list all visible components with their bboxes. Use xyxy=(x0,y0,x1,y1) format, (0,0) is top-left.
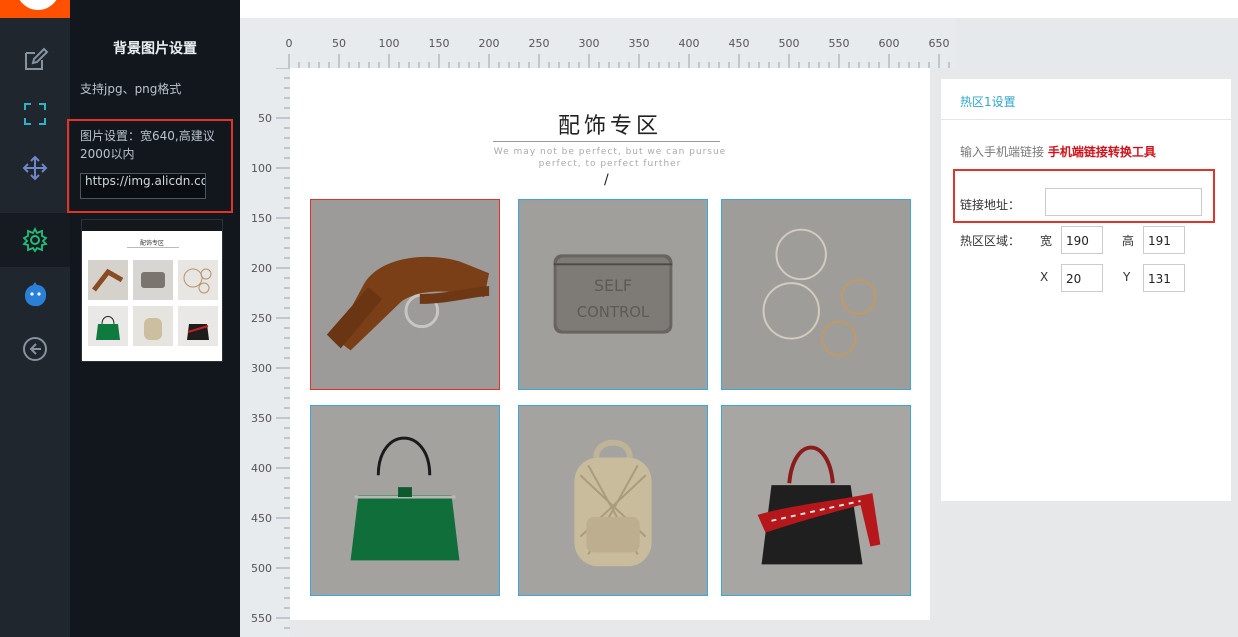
x-input[interactable]: 20 xyxy=(1061,264,1103,292)
back-arrow-icon xyxy=(23,337,47,361)
top-bar xyxy=(240,0,1238,18)
ruler-label: 250 xyxy=(251,312,272,325)
canvas-subtitle: We may not be perfect, but we can pursue xyxy=(493,147,727,157)
mascot-icon xyxy=(25,282,47,307)
settings-button[interactable] xyxy=(0,213,70,267)
ruler-label: 500 xyxy=(779,37,800,50)
hotspot-5-backpack[interactable] xyxy=(518,405,708,596)
canvas-subtitle: perfect, to perfect further xyxy=(538,159,682,169)
hotspot-4-handbag[interactable] xyxy=(310,405,500,596)
ruler-label: 100 xyxy=(251,162,272,175)
hotspot-1-belt[interactable] xyxy=(310,199,500,390)
ruler-label: 200 xyxy=(251,262,272,275)
thumbnail-tile xyxy=(133,260,173,300)
ruler-label: 300 xyxy=(251,362,272,375)
image-settings-highlight xyxy=(67,119,233,213)
move-tool-button[interactable] xyxy=(0,141,70,195)
width-input[interactable]: 190 xyxy=(1061,226,1103,254)
ruler-label: 150 xyxy=(251,212,272,225)
ruler-label: 450 xyxy=(251,512,272,525)
mobile-link-tool-link[interactable]: 手机端链接转换工具 xyxy=(1048,145,1156,159)
ruler-label: 500 xyxy=(251,562,272,575)
tool-rail xyxy=(0,0,70,637)
y-input[interactable]: 131 xyxy=(1143,264,1185,292)
thumbnail-tile xyxy=(88,306,128,346)
ruler-label: 150 xyxy=(429,37,450,50)
hotspot-settings-card: 热区1设置 输入手机端链接 手机端链接转换工具 链接地址： 热区区域： 宽 19… xyxy=(941,79,1231,501)
link-url-input[interactable] xyxy=(1045,188,1202,216)
gear-icon xyxy=(22,226,48,253)
thumbnail-tile xyxy=(133,306,173,346)
hotspot-tool-button[interactable] xyxy=(0,87,70,141)
background-thumbnail[interactable]: 配饰专区 xyxy=(81,219,223,362)
x-label: X xyxy=(1040,270,1049,284)
thumbnail-tile xyxy=(178,306,218,346)
ruler-label: 400 xyxy=(679,37,700,50)
mascot-button[interactable] xyxy=(0,268,70,322)
height-label: 高 xyxy=(1122,234,1135,248)
edit-icon xyxy=(25,47,49,70)
tote-image xyxy=(722,406,910,595)
ruler-strip xyxy=(956,18,1238,68)
ruler-label: 250 xyxy=(529,37,550,50)
svg-text:SELF: SELF xyxy=(594,276,632,295)
ruler-label: 50 xyxy=(332,37,346,50)
ruler-label: 450 xyxy=(729,37,750,50)
hotspot-2-wallet[interactable]: SELF CONTROL xyxy=(518,199,708,390)
design-canvas[interactable]: 配饰专区 We may not be perfect, but we can p… xyxy=(290,68,930,620)
area-label: 热区区域： xyxy=(960,234,1021,248)
hotspot-tab[interactable]: 热区1设置 xyxy=(960,93,1016,110)
hotspot-3-earrings[interactable] xyxy=(721,199,911,390)
ruler-label: 550 xyxy=(829,37,850,50)
y-label: Y xyxy=(1123,270,1131,284)
backpack-image xyxy=(519,406,707,595)
move-arrows-icon xyxy=(22,155,48,181)
canvas-title: 配饰专区 xyxy=(557,114,662,139)
ruler-label: 100 xyxy=(379,37,400,50)
panel-title: 背景图片设置 xyxy=(113,41,197,57)
ruler-label: 600 xyxy=(879,37,900,50)
height-input[interactable]: 191 xyxy=(1143,226,1185,254)
ruler-label: 650 xyxy=(929,37,950,50)
ruler-label: 400 xyxy=(251,462,272,475)
hint-text: 输入手机端链接 xyxy=(960,145,1045,159)
back-button[interactable] xyxy=(0,322,70,376)
format-note: 支持jpg、png格式 xyxy=(80,82,182,96)
ruler-label: 0 xyxy=(286,37,293,50)
thumbnail-title: 配饰专区 xyxy=(139,240,164,247)
thumbnail-tile xyxy=(88,260,128,300)
handbag-image xyxy=(311,406,499,595)
horizontal-ruler: 0 50 100 150 200 250 300 350 400 450 500 550 600 650 xyxy=(240,18,956,68)
ruler-label: 550 xyxy=(251,612,272,625)
thumbnail-tile xyxy=(178,260,218,300)
hotspot-6-tote[interactable] xyxy=(721,405,911,596)
belt-image xyxy=(311,200,499,389)
ruler-label: 200 xyxy=(479,37,500,50)
width-label: 宽 xyxy=(1040,234,1053,248)
edit-tool-button[interactable] xyxy=(0,33,70,87)
ruler-label: 350 xyxy=(251,412,272,425)
app-logo[interactable] xyxy=(0,0,70,18)
link-label: 链接地址： xyxy=(960,198,1021,212)
earrings-image xyxy=(722,200,910,389)
svg-text:CONTROL: CONTROL xyxy=(577,304,650,321)
crop-frame-icon xyxy=(24,103,46,125)
ruler-label: 350 xyxy=(629,37,650,50)
ruler-label: 300 xyxy=(579,37,600,50)
ruler-label: 50 xyxy=(258,112,272,125)
wallet-image: SELF CONTROL xyxy=(519,200,707,389)
mobile-link-hint: 输入手机端链接 手机端链接转换工具 xyxy=(960,143,1156,160)
card-header: 热区1设置 xyxy=(941,79,1231,120)
title-slash: / xyxy=(604,172,609,188)
title-divider xyxy=(493,141,720,142)
vertical-ruler: 50 100 150 200 250 300 350 400 450 500 550 xyxy=(240,68,290,637)
